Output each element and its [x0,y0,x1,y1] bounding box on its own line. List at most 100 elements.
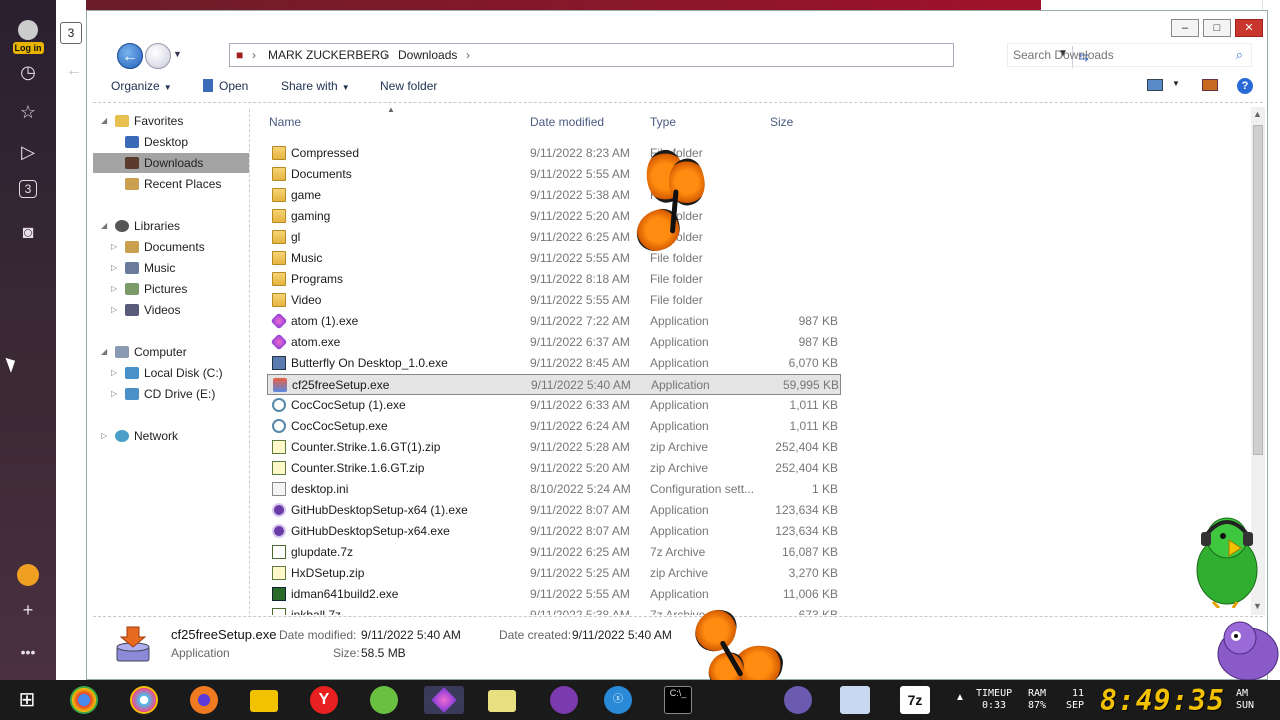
file-row[interactable]: Video 9/11/2022 5:55 AM File folder [267,290,841,311]
new-folder-button[interactable]: New folder [380,79,437,93]
nav-pictures[interactable]: ▷ Pictures [93,279,249,299]
history-icon[interactable]: ◷ [16,60,40,84]
nav-libraries[interactable]: ◢ Libraries [93,216,249,236]
nav-cd-drive[interactable]: ▷ CD Drive (E:) [93,384,249,404]
file-row[interactable]: gaming9/11/2022 5:20 AMFile folder [267,206,841,227]
breadcrumb-separator-icon[interactable]: › [384,48,388,62]
nav-videos[interactable]: ▷ Videos [93,300,249,320]
collapse-arrow-icon[interactable]: ◢ [101,216,107,236]
star-icon[interactable]: ☆ [16,100,40,124]
file-row[interactable]: atom.exe 9/11/2022 6:37 AM Application 987 … [267,332,841,353]
windows-start-icon[interactable]: ⊞ [12,686,42,714]
play-icon[interactable]: ▷ [16,140,40,164]
yahoo-messenger-icon[interactable] [550,686,578,714]
nav-music[interactable]: ▷ Music [93,258,249,278]
show-hidden-icons-icon[interactable]: ▲ [955,692,965,703]
organize-button[interactable]: Organize ▼ [111,79,172,93]
firefox-icon[interactable] [190,686,218,714]
nav-network[interactable]: ▷ Network [93,426,249,446]
search-input[interactable] [1008,44,1218,66]
file-row[interactable]: idman641build2.exe 9/11/2022 5:55 AM Appli… [267,584,841,605]
forward-button[interactable] [145,43,171,69]
breadcrumb-user[interactable]: MARK ZUCKERBERG [268,48,389,62]
file-row[interactable]: gl9/11/2022 6:25 AMFile folder [267,227,841,248]
file-row[interactable]: CocCocSetup.exe 9/11/2022 6:24 AM Applicat… [267,416,841,437]
file-row[interactable]: desktop.ini 8/10/2022 5:24 AM Configuratio… [267,479,841,500]
7zip-icon[interactable]: 7z [900,686,930,714]
collapse-arrow-icon[interactable]: ◢ [101,111,107,131]
help-icon[interactable]: ? [1237,78,1253,94]
notes-app-icon[interactable] [488,690,516,712]
column-name[interactable]: Name [269,115,301,129]
file-row[interactable]: inkball.7z 9/11/2022 5:38 AM 7z Archive 673… [267,605,841,615]
column-type[interactable]: Type [650,115,676,129]
expand-arrow-icon[interactable]: ▷ [111,279,117,299]
expand-arrow-icon[interactable]: ▷ [111,363,117,383]
address-bar[interactable]: ■ › MARK ZUCKERBERG › Downloads › ▼ ⇆ [229,43,1089,68]
column-size[interactable]: Size [770,115,793,129]
nav-computer[interactable]: ◢ Computer [93,342,249,362]
file-explorer-icon[interactable] [250,690,278,712]
clock[interactable]: 8:49:35 [1100,684,1225,717]
file-row[interactable]: CocCocSetup (1).exe 9/11/2022 6:33 AM Appl… [267,395,841,416]
user-account-icon[interactable] [840,686,870,714]
collapse-arrow-icon[interactable]: ◢ [101,342,107,362]
file-row[interactable]: atom (1).exe 9/11/2022 7:22 AM Application… [267,311,841,332]
nav-desktop[interactable]: Desktop [93,132,249,152]
login-button[interactable]: Log in [8,20,48,54]
scrollbar-thumb[interactable] [1253,125,1263,455]
change-view-icon[interactable] [1147,79,1163,91]
coccoc-browser-icon[interactable] [130,686,158,714]
green-app-icon[interactable] [370,686,398,714]
expand-arrow-icon[interactable]: ▷ [111,258,117,278]
tab-count-badge[interactable]: 3 [60,22,82,44]
share-with-button[interactable]: Share with ▼ [281,79,350,93]
file-row-selected[interactable]: cf25freeSetup.exe 9/11/2022 5:40 AM Applic… [267,374,841,395]
open-button[interactable]: Open [203,79,248,93]
search-icon[interactable]: ⌕ [1236,47,1243,63]
file-row[interactable]: Counter.Strike.1.6.GT(1).zip 9/11/2022 5:… [267,437,841,458]
nav-downloads[interactable]: Downloads [93,153,249,173]
nav-recent-places[interactable]: Recent Places [93,174,249,194]
search-box[interactable]: ⌕ [1007,43,1252,67]
column-date-modified[interactable]: Date modified [530,115,604,129]
add-icon[interactable]: + [16,598,40,622]
command-prompt-icon[interactable]: C:\_ [664,686,692,714]
breadcrumb-separator-icon[interactable]: › [466,48,470,62]
expand-arrow-icon[interactable]: ▷ [101,426,107,446]
back-button[interactable]: ← [117,43,143,69]
app-shortcut-icon[interactable] [17,564,39,586]
chrome-icon[interactable] [70,686,98,714]
breadcrumb-downloads[interactable]: Downloads [398,48,457,62]
breadcrumb-separator-icon[interactable]: › [252,48,256,62]
nav-favorites[interactable]: ◢ Favorites [93,111,249,131]
close-button[interactable]: ✕ [1235,19,1263,37]
yandex-icon[interactable]: Y [310,686,338,714]
sidebar-badge-icon[interactable]: 3 [19,180,37,198]
file-row[interactable]: GitHubDesktopSetup-x64.exe 9/11/2022 8:07… [267,521,841,542]
file-row[interactable]: Programs 9/11/2022 8:18 AM File folder [267,269,841,290]
nav-documents[interactable]: ▷ Documents [93,237,249,257]
view-options-chevron-icon[interactable]: ▼ [1172,79,1180,88]
file-row[interactable]: HxDSetup.zip 9/11/2022 5:25 AM zip Archive… [267,563,841,584]
file-row[interactable]: Documents9/11/2022 5:55 AMFile folder [267,164,841,185]
scroll-up-icon[interactable]: ▲ [1253,109,1262,119]
file-row[interactable]: game9/11/2022 5:38 AMFile folder [267,185,841,206]
camera-icon[interactable]: ◙ [16,220,40,244]
nav-local-disk[interactable]: ▷ Local Disk (C:) [93,363,249,383]
minimize-button[interactable]: – [1171,19,1199,37]
preview-pane-icon[interactable] [1202,79,1218,91]
more-icon[interactable]: ••• [16,640,40,664]
file-row[interactable]: GitHubDesktopSetup-x64 (1).exe 9/11/2022 … [267,500,841,521]
file-row[interactable]: Compressed 9/11/2022 8:23 AM File folder [267,143,841,164]
qs-app-icon[interactable]: ⓢ [604,686,632,714]
file-row[interactable]: Counter.Strike.1.6.GT.zip 9/11/2022 5:20 … [267,458,841,479]
file-row[interactable]: Music 9/11/2022 5:55 AM File folder [267,248,841,269]
expand-arrow-icon[interactable]: ▷ [111,237,117,257]
back-arrow-icon[interactable]: ← [66,62,82,80]
maximize-button[interactable]: □ [1203,19,1231,37]
bonzi-icon[interactable] [784,686,812,714]
file-row[interactable]: Butterfly On Desktop_1.0.exe 9/11/2022 8:… [267,353,841,374]
expand-arrow-icon[interactable]: ▷ [111,384,117,404]
file-row[interactable]: glupdate.7z 9/11/2022 6:25 AM 7z Archive 16… [267,542,841,563]
